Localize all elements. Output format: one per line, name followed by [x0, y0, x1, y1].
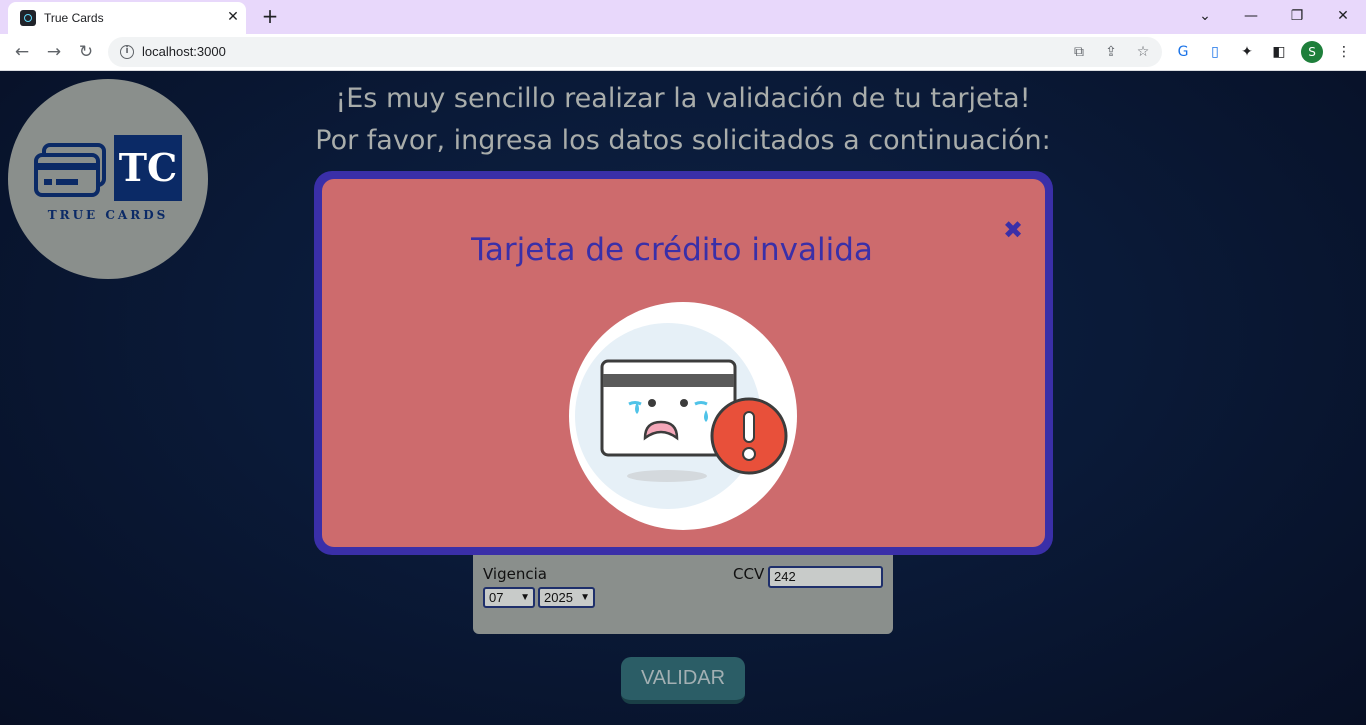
- browser-tab-bar: True Cards ✕ + ⌄ — ❐ ✕: [0, 0, 1366, 34]
- sad-card-error-icon: [569, 302, 797, 530]
- modal-body: Tarjeta de crédito invalida ✖: [322, 179, 1045, 547]
- forward-icon[interactable]: →: [42, 40, 66, 64]
- headline-line-2: Por favor, ingresa los datos solicitados…: [315, 125, 1051, 156]
- side-panel-icon[interactable]: ◧: [1269, 42, 1289, 62]
- ccv-label: CCV: [733, 565, 765, 583]
- chevron-down-icon: ▼: [520, 592, 530, 603]
- new-tab-button[interactable]: +: [259, 5, 281, 27]
- reload-icon[interactable]: ↻: [74, 40, 98, 64]
- close-window-button[interactable]: ✕: [1329, 4, 1357, 28]
- browser-tab[interactable]: True Cards ✕: [8, 2, 246, 34]
- page-content: TC TRUE CARDS ¡Es muy sencillo realizar …: [0, 71, 1366, 725]
- restore-button[interactable]: ❐: [1283, 4, 1311, 28]
- address-bar[interactable]: i localhost:3000 ⧉ ⇪ ☆: [108, 37, 1162, 67]
- expiry-month-value: 07: [489, 590, 504, 605]
- expiry-year-value: 2025: [544, 590, 573, 605]
- profile-avatar[interactable]: S: [1301, 41, 1323, 63]
- back-icon[interactable]: ←: [10, 40, 34, 64]
- menu-kebab-icon[interactable]: ⋮: [1334, 42, 1354, 62]
- expiry-year-select[interactable]: 2025 ▼: [538, 587, 595, 608]
- expiry-label: Vigencia: [483, 565, 547, 583]
- chevron-down-icon: ▼: [580, 592, 590, 603]
- tab-search-icon[interactable]: ⌄: [1191, 4, 1219, 28]
- modal-close-icon[interactable]: ✖: [1002, 218, 1024, 242]
- expiry-month-select[interactable]: 07 ▼: [483, 587, 535, 608]
- site-info-icon[interactable]: i: [120, 45, 134, 59]
- ccv-input[interactable]: 242: [768, 566, 883, 588]
- tab-title: True Cards: [44, 11, 104, 25]
- translate-icon[interactable]: ⧉: [1070, 43, 1088, 61]
- extensions-puzzle-icon[interactable]: ✦: [1237, 42, 1257, 62]
- url-text[interactable]: localhost:3000: [142, 44, 226, 59]
- headline-line-1: ¡Es muy sencillo realizar la validación …: [335, 83, 1031, 114]
- logo-name: TRUE CARDS: [47, 208, 169, 222]
- share-icon[interactable]: ⇪: [1102, 43, 1120, 61]
- bookmark-star-icon[interactable]: ☆: [1134, 43, 1152, 61]
- modal-title: Tarjeta de crédito invalida: [471, 232, 873, 268]
- tab-close-icon[interactable]: ✕: [224, 8, 242, 26]
- extension-icon[interactable]: ▯: [1205, 42, 1225, 62]
- minimize-button[interactable]: —: [1237, 4, 1265, 28]
- google-translate-extension-icon[interactable]: G: [1173, 42, 1193, 62]
- invalid-card-modal: Tarjeta de crédito invalida ✖: [314, 171, 1053, 555]
- browser-toolbar: ← → ↻ i localhost:3000 ⧉ ⇪ ☆ G ▯ ✦ ◧ S ⋮: [0, 34, 1366, 71]
- react-favicon-icon: [20, 10, 36, 26]
- validate-button[interactable]: VALIDAR: [621, 657, 745, 704]
